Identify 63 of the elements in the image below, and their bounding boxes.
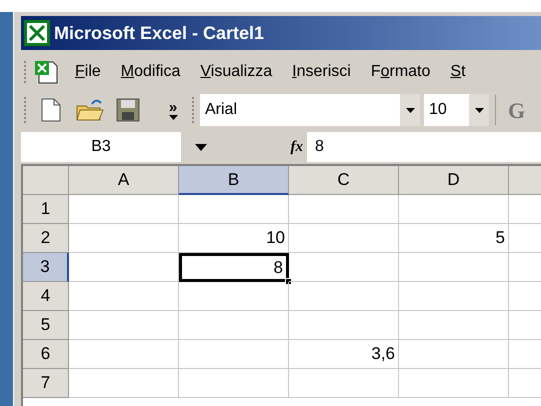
cell[interactable]: 10 — [179, 224, 289, 253]
caret-icon — [168, 114, 178, 120]
cell[interactable] — [289, 369, 399, 398]
cell[interactable] — [69, 253, 179, 282]
row-header[interactable]: 7 — [23, 369, 69, 398]
window-title: Microsoft Excel - Cartel1 — [54, 22, 264, 44]
select-all-corner[interactable] — [23, 166, 69, 195]
menu-item[interactable]: Formato — [362, 60, 438, 84]
cell[interactable] — [69, 311, 179, 340]
cell[interactable] — [179, 340, 289, 369]
cell[interactable] — [179, 195, 289, 224]
font-name-dropdown[interactable]: Arial — [200, 94, 420, 126]
cell[interactable] — [69, 195, 179, 224]
cell[interactable] — [69, 340, 179, 369]
cell[interactable] — [69, 282, 179, 311]
menu-item[interactable]: Modifica — [112, 60, 188, 84]
column-header[interactable]: B — [179, 166, 289, 195]
cell[interactable] — [179, 282, 289, 311]
cell[interactable]: 5 — [399, 224, 509, 253]
menu-item[interactable]: St — [442, 60, 474, 84]
workbook-icon — [33, 59, 59, 85]
caret-icon — [406, 108, 414, 112]
cell[interactable] — [289, 195, 399, 224]
cell[interactable]: 3,6 — [289, 340, 399, 369]
insert-function-button[interactable]: fx — [290, 136, 303, 158]
column-header[interactable]: A — [69, 166, 179, 195]
cell[interactable] — [399, 369, 509, 398]
column-header[interactable]: D — [399, 166, 509, 195]
cell[interactable] — [179, 311, 289, 340]
cell[interactable] — [289, 253, 399, 282]
formula-input[interactable]: 8 — [307, 132, 541, 162]
cell[interactable] — [399, 311, 509, 340]
row-header[interactable]: 1 — [23, 195, 69, 224]
active-cell[interactable]: 8 — [179, 253, 289, 282]
row-header[interactable]: 4 — [23, 282, 69, 311]
name-box[interactable]: B3 — [21, 132, 181, 162]
row-header[interactable]: 2 — [23, 224, 69, 253]
menu-item[interactable]: Visualizza — [192, 60, 280, 84]
cell[interactable] — [399, 340, 509, 369]
row-header[interactable]: 6 — [23, 340, 69, 369]
column-header[interactable]: C — [289, 166, 399, 195]
row-header[interactable]: 3 — [23, 253, 69, 282]
cell[interactable] — [179, 369, 289, 398]
caret-icon — [474, 108, 484, 112]
cell[interactable] — [289, 311, 399, 340]
menu-item[interactable]: Inserisci — [284, 60, 359, 84]
cell[interactable] — [399, 282, 509, 311]
spreadsheet-icon — [24, 20, 50, 46]
cell[interactable] — [69, 369, 179, 398]
toolbar-overflow-button[interactable]: » — [166, 100, 180, 120]
menu-item[interactable]: File — [67, 60, 109, 84]
column-header[interactable] — [509, 166, 541, 195]
cell[interactable] — [399, 253, 509, 282]
cell[interactable] — [69, 224, 179, 253]
folder-icon[interactable] — [76, 98, 104, 122]
cell[interactable] — [399, 195, 509, 224]
cell[interactable] — [289, 282, 399, 311]
save-icon[interactable] — [116, 98, 140, 122]
row-header[interactable]: 5 — [23, 311, 69, 340]
dropdown-arrow-icon[interactable] — [195, 144, 207, 150]
new-document-icon[interactable] — [41, 98, 61, 122]
cell[interactable] — [289, 224, 399, 253]
font-size-dropdown[interactable]: 10 — [424, 94, 489, 126]
